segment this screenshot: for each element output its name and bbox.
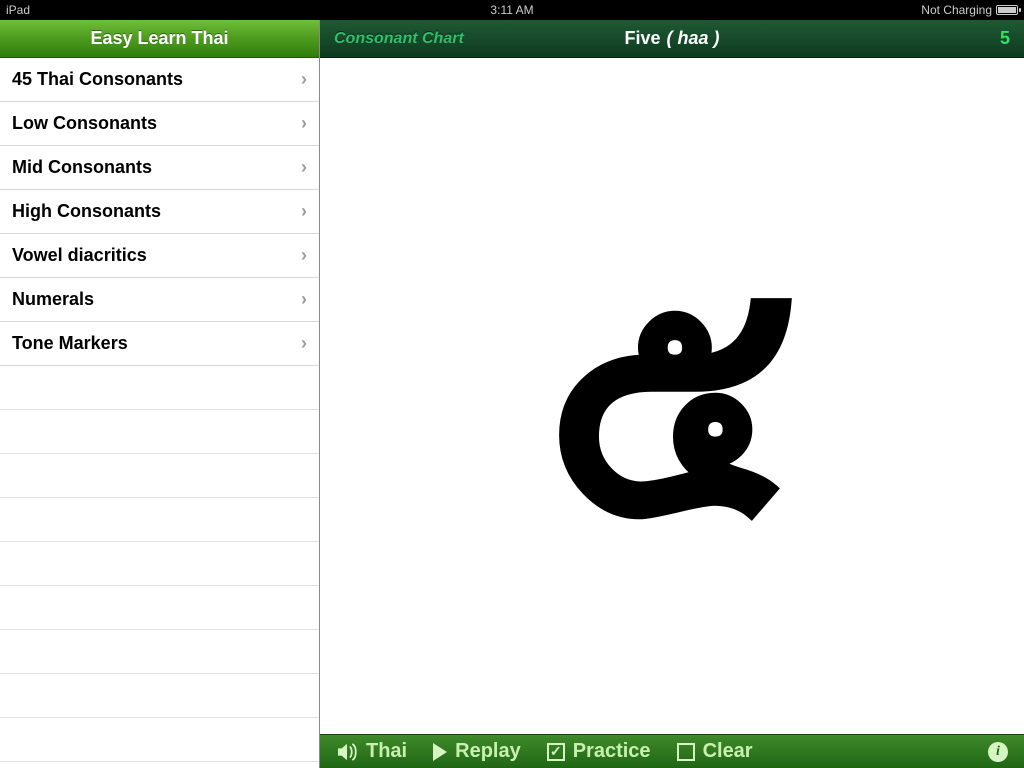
list-item <box>0 454 319 498</box>
list-item-label: Numerals <box>12 289 94 310</box>
title-romanization: ( haa ) <box>667 28 720 49</box>
list-item <box>0 586 319 630</box>
chevron-right-icon: › <box>301 245 307 266</box>
checkbox-empty-icon <box>677 743 695 761</box>
sidebar-item-tone-markers[interactable]: Tone Markers › <box>0 322 319 366</box>
list-item-label: High Consonants <box>12 201 161 222</box>
drawing-canvas[interactable]: ๕ <box>320 58 1024 734</box>
status-bar: iPad 3:11 AM Not Charging <box>0 0 1024 20</box>
toolbar-label: Thai <box>366 740 407 763</box>
breadcrumb[interactable]: Consonant Chart <box>334 30 464 48</box>
sidebar-item-high-consonants[interactable]: High Consonants › <box>0 190 319 234</box>
list-item-label: 45 Thai Consonants <box>12 69 183 90</box>
status-device: iPad <box>6 3 30 17</box>
list-item <box>0 718 319 762</box>
sidebar-item-45-thai-consonants[interactable]: 45 Thai Consonants › <box>0 58 319 102</box>
info-icon: i <box>988 742 1008 762</box>
sidebar-item-low-consonants[interactable]: Low Consonants › <box>0 102 319 146</box>
page-title: Five ( haa ) <box>624 28 719 49</box>
list-item-label: Low Consonants <box>12 113 157 134</box>
list-item <box>0 410 319 454</box>
bottom-toolbar: Thai Replay ✓ Practice Clear i <box>320 734 1024 768</box>
clear-button[interactable]: Clear <box>677 740 753 763</box>
list-item <box>0 630 319 674</box>
list-item-label: Tone Markers <box>12 333 128 354</box>
info-button[interactable]: i <box>988 742 1008 762</box>
list-item-label: Mid Consonants <box>12 157 152 178</box>
checkbox-checked-icon: ✓ <box>547 743 565 761</box>
replay-button[interactable]: Replay <box>433 740 521 763</box>
chevron-right-icon: › <box>301 289 307 310</box>
toolbar-label: Replay <box>455 740 521 763</box>
main-panel: Consonant Chart Five ( haa ) 5 ๕ Thai Re… <box>320 20 1024 768</box>
list-item <box>0 366 319 410</box>
speak-thai-button[interactable]: Thai <box>336 740 407 763</box>
sidebar-title: Easy Learn Thai <box>0 20 319 58</box>
list-item <box>0 498 319 542</box>
sidebar-item-numerals[interactable]: Numerals › <box>0 278 319 322</box>
chevron-right-icon: › <box>301 69 307 90</box>
chevron-right-icon: › <box>301 113 307 134</box>
list-item-label: Vowel diacritics <box>12 245 147 266</box>
main-header: Consonant Chart Five ( haa ) 5 <box>320 20 1024 58</box>
title-word: Five <box>624 28 660 49</box>
chevron-right-icon: › <box>301 157 307 178</box>
chevron-right-icon: › <box>301 201 307 222</box>
chevron-right-icon: › <box>301 333 307 354</box>
character-index: 5 <box>1000 28 1010 49</box>
status-charging: Not Charging <box>921 3 992 17</box>
list-item <box>0 674 319 718</box>
thai-glyph: ๕ <box>543 226 800 566</box>
practice-button[interactable]: ✓ Practice <box>547 740 651 763</box>
sidebar-item-mid-consonants[interactable]: Mid Consonants › <box>0 146 319 190</box>
category-list[interactable]: 45 Thai Consonants › Low Consonants › Mi… <box>0 58 319 768</box>
sidebar-item-vowel-diacritics[interactable]: Vowel diacritics › <box>0 234 319 278</box>
speaker-icon <box>336 743 358 761</box>
toolbar-label: Clear <box>703 740 753 763</box>
toolbar-label: Practice <box>573 740 651 763</box>
play-icon <box>433 743 447 761</box>
status-time: 3:11 AM <box>490 3 533 17</box>
sidebar: Easy Learn Thai 45 Thai Consonants › Low… <box>0 20 320 768</box>
battery-icon <box>996 5 1018 15</box>
list-item <box>0 542 319 586</box>
